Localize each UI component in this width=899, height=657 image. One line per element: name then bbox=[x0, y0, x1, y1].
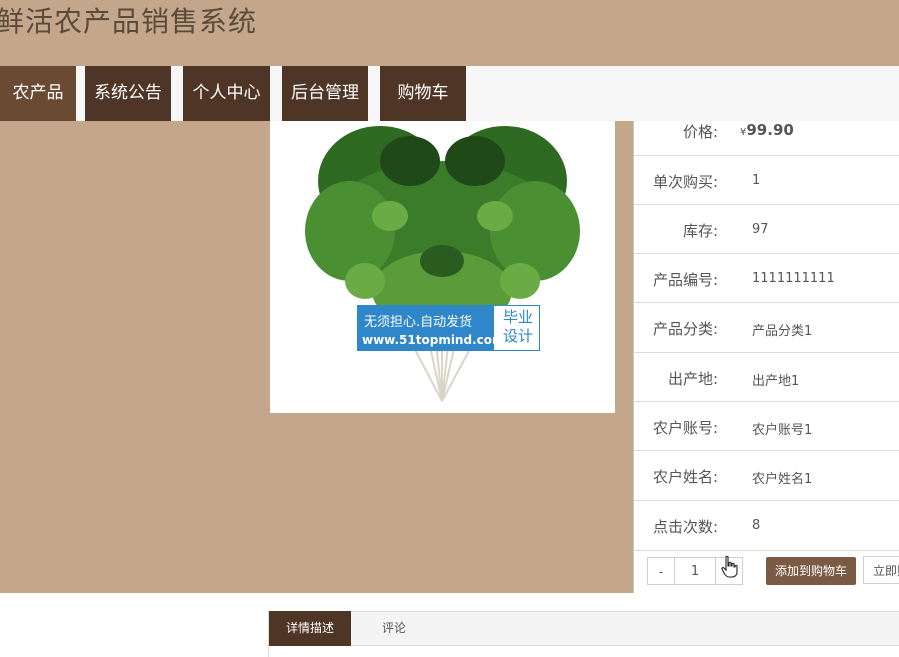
nav-item-cart[interactable]: 购物车 bbox=[380, 66, 466, 121]
product-image bbox=[305, 126, 580, 402]
hand-cursor-icon bbox=[721, 555, 738, 578]
site-title: 鲜活农产品销售系统 bbox=[0, 5, 258, 38]
info-value: 1111111111 bbox=[752, 271, 835, 286]
watermark-right: 毕业 设计 bbox=[498, 308, 538, 346]
buy-now-button[interactable]: 立即购买 bbox=[863, 556, 899, 584]
detail-tabs: 详情描述 评论 bbox=[268, 611, 899, 646]
info-label: 产品编号: bbox=[652, 271, 718, 289]
info-label: 产品分类: bbox=[652, 320, 718, 338]
info-row-farmer-account: 农户账号: 农户账号1 bbox=[634, 402, 899, 451]
nav-item-personal-center[interactable]: 个人中心 bbox=[183, 66, 270, 121]
watermark-left: 无须担心.自动发货 www.51topmind.com bbox=[358, 306, 505, 350]
info-label: 价格: bbox=[682, 123, 718, 141]
watermark-url: www.51topmind.com bbox=[362, 333, 505, 347]
info-value: 农户账号1 bbox=[752, 423, 813, 438]
info-row-per-purchase: 单次购买: 1 bbox=[634, 156, 899, 205]
watermark-right-line2: 设计 bbox=[502, 327, 533, 345]
purchase-bar: - 1 + 添加到购物车 bbox=[634, 551, 899, 593]
info-row-farmer-name: 农户姓名: 农户姓名1 bbox=[634, 451, 899, 501]
nav-item-announcements[interactable]: 系统公告 bbox=[85, 66, 171, 121]
info-value: 8 bbox=[752, 518, 761, 533]
info-label: 单次购买: bbox=[652, 173, 718, 191]
info-value: 1 bbox=[752, 173, 761, 188]
watermark-right-line1: 毕业 bbox=[502, 308, 533, 326]
product-image-panel bbox=[270, 121, 615, 413]
info-row-category: 产品分类: 产品分类1 bbox=[634, 303, 899, 353]
header: 鲜活农产品销售系统 bbox=[0, 0, 899, 66]
quantity-input[interactable]: 1 bbox=[675, 557, 715, 585]
watermark-badge: 无须担心.自动发货 www.51topmind.com 毕业 设计 bbox=[357, 305, 540, 351]
info-label: 出产地: bbox=[667, 370, 718, 388]
info-value: 97 bbox=[752, 222, 769, 237]
info-row-product-id: 产品编号: 1111111111 bbox=[634, 254, 899, 303]
price-number: 99.90 bbox=[746, 121, 794, 139]
quantity-decrease-button[interactable]: - bbox=[647, 557, 675, 585]
watermark-text: 无须担心.自动发货 bbox=[364, 315, 473, 330]
buy-now-clip: 立即购买 bbox=[863, 555, 899, 585]
product-info-panel: 价格: ¥99.90 单次购买: 1 库存: 97 产品编号: 11111111… bbox=[633, 121, 899, 593]
info-label: 农户姓名: bbox=[652, 468, 718, 486]
info-label: 点击次数: bbox=[652, 518, 718, 536]
info-label: 农户账号: bbox=[652, 419, 718, 437]
info-value: 产品分类1 bbox=[752, 324, 813, 339]
add-to-cart-button[interactable]: 添加到购物车 bbox=[766, 557, 856, 585]
info-value: 出产地1 bbox=[752, 374, 800, 389]
tab-comments[interactable]: 评论 bbox=[369, 611, 419, 646]
nav-item-admin[interactable]: 后台管理 bbox=[282, 66, 368, 121]
info-row-click-count: 点击次数: 8 bbox=[634, 501, 899, 551]
info-label: 库存: bbox=[682, 222, 718, 240]
nav-item-products[interactable]: 农产品 bbox=[0, 66, 76, 121]
info-row-stock: 库存: 97 bbox=[634, 205, 899, 254]
tab-content bbox=[268, 646, 899, 657]
info-row-price: 价格: ¥99.90 bbox=[634, 121, 899, 156]
info-value: 农户姓名1 bbox=[752, 472, 813, 487]
info-row-origin: 出产地: 出产地1 bbox=[634, 353, 899, 402]
price-value: ¥99.90 bbox=[740, 121, 794, 139]
tab-description[interactable]: 详情描述 bbox=[269, 611, 351, 646]
